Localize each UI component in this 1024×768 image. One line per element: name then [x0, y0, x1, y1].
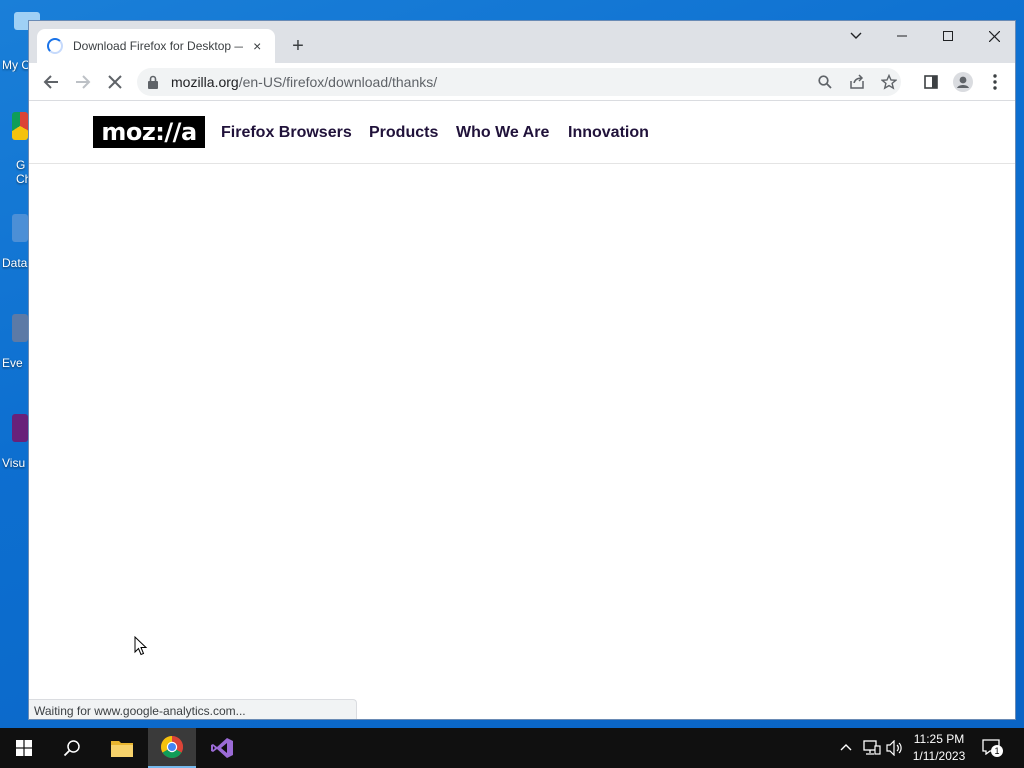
taskbar-file-explorer[interactable]: [98, 728, 146, 768]
side-panel-icon: [924, 75, 938, 89]
desktop-icon-my-computer[interactable]: My C: [0, 10, 40, 74]
stop-icon: [108, 75, 122, 89]
network-icon[interactable]: [863, 740, 881, 756]
nav-link-who-we-are[interactable]: Who We Are: [456, 124, 549, 142]
loading-spinner-icon: [47, 38, 63, 54]
nav-link-innovation[interactable]: Innovation: [568, 124, 649, 142]
new-tab-button[interactable]: +: [287, 35, 309, 57]
event-viewer-shortcut-icon: [12, 314, 28, 342]
folder-icon: [111, 741, 133, 757]
visual-studio-icon: [211, 738, 233, 758]
mouse-cursor-icon: [134, 636, 148, 656]
nav-link-products[interactable]: Products: [369, 124, 438, 142]
notification-count-badge: 1: [991, 745, 1003, 757]
desktop-icon-data[interactable]: Data: [0, 210, 30, 274]
database-shortcut-icon: [12, 214, 28, 242]
search-icon[interactable]: [815, 72, 835, 92]
page-viewport: moz://a Firefox Browsers Products Who We…: [29, 101, 1015, 719]
arrow-right-icon: [76, 75, 91, 89]
taskbar: 11:25 PM 1/11/2023 1: [0, 728, 1024, 768]
minimize-icon: [897, 35, 907, 37]
url-domain: mozilla.org: [171, 74, 239, 90]
taskbar-chrome[interactable]: [148, 728, 196, 768]
bookmark-star-icon[interactable]: [879, 72, 899, 92]
volume-icon[interactable]: [886, 740, 904, 756]
search-icon: [63, 740, 80, 757]
profile-button[interactable]: [951, 70, 975, 94]
nav-link-firefox-browsers[interactable]: Firefox Browsers: [221, 124, 352, 142]
windows-logo-icon: [16, 740, 32, 756]
maximize-icon: [943, 31, 953, 41]
browser-window: Download Firefox for Desktop — × + mozil…: [28, 20, 1016, 720]
chrome-icon: [161, 736, 183, 758]
start-button[interactable]: [0, 728, 48, 768]
tray-overflow-chevron-icon[interactable]: [840, 743, 852, 751]
maximize-button[interactable]: [925, 21, 971, 51]
kebab-menu-icon: [993, 74, 997, 90]
clock-time: 11:25 PM: [913, 732, 965, 746]
desktop-icon-visual-studio[interactable]: Visu: [0, 410, 30, 474]
desktop-icon-label: Eve: [2, 356, 23, 370]
desktop-icon-chrome[interactable]: G Ch: [0, 108, 30, 188]
tab-search-button[interactable]: [833, 21, 879, 51]
minimize-button[interactable]: [879, 21, 925, 51]
action-center-button[interactable]: 1: [982, 739, 1004, 757]
side-panel-button[interactable]: [919, 70, 943, 94]
back-button[interactable]: [39, 70, 63, 94]
taskbar-search-button[interactable]: [48, 728, 96, 768]
tab-close-icon[interactable]: ×: [249, 38, 265, 54]
forward-button[interactable]: [71, 70, 95, 94]
address-bar[interactable]: mozilla.org/en-US/firefox/download/thank…: [137, 68, 901, 96]
lock-icon: [148, 75, 158, 89]
avatar-icon: [953, 72, 973, 92]
chrome-shortcut-icon: [12, 112, 28, 140]
arrow-left-icon: [43, 75, 58, 89]
close-window-button[interactable]: [971, 21, 1015, 51]
url-path: /en-US/firefox/download/thanks/: [238, 74, 438, 90]
taskbar-visual-studio[interactable]: [198, 728, 246, 768]
chevron-down-icon: [850, 32, 862, 39]
stop-loading-button[interactable]: [103, 70, 127, 94]
system-clock[interactable]: 11:25 PM 1/11/2023: [906, 731, 972, 765]
desktop-icon-label: Data: [2, 256, 28, 270]
menu-button[interactable]: [983, 70, 1007, 94]
desktop-icon-event-viewer[interactable]: Eve: [0, 310, 30, 374]
share-icon[interactable]: [847, 72, 867, 92]
browser-tab[interactable]: Download Firefox for Desktop — ×: [37, 29, 275, 63]
visual-studio-shortcut-icon: [12, 414, 28, 442]
clock-date: 1/11/2023: [912, 749, 966, 763]
close-icon: [988, 30, 1000, 42]
tab-strip: Download Firefox for Desktop — × +: [29, 21, 1015, 63]
desktop-icon-label: My C: [2, 58, 28, 72]
browser-toolbar: mozilla.org/en-US/firefox/download/thank…: [29, 63, 1015, 101]
mozilla-logo[interactable]: moz://a: [93, 116, 205, 148]
status-bubble: Waiting for www.google-analytics.com...: [29, 699, 357, 719]
site-navigation: moz://a Firefox Browsers Products Who We…: [29, 101, 1015, 164]
tab-title: Download Firefox for Desktop —: [73, 39, 244, 53]
desktop-icon-label: Visu: [2, 456, 26, 470]
address-url: mozilla.org/en-US/firefox/download/thank…: [171, 74, 437, 90]
